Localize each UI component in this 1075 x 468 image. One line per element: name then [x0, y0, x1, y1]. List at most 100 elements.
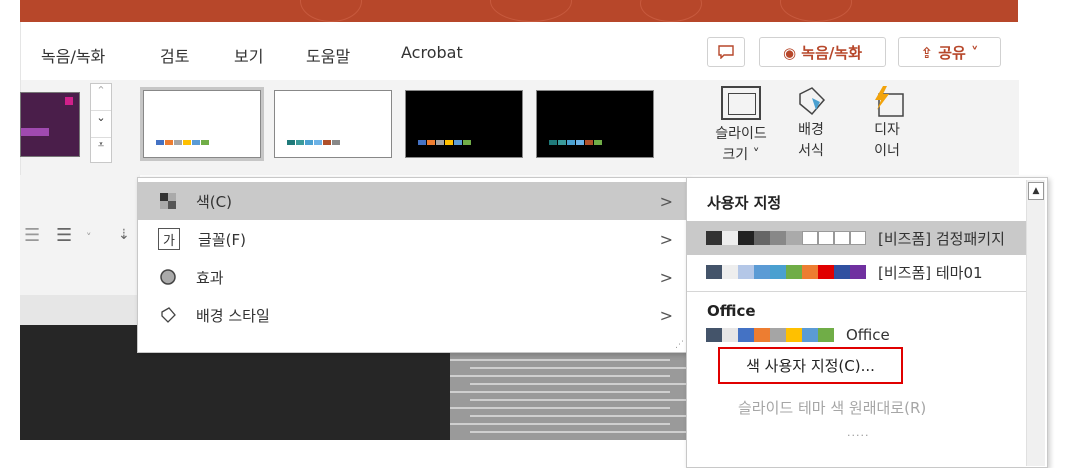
- color-swatch: [802, 265, 818, 279]
- theme-variant-1[interactable]: [140, 87, 264, 161]
- menu-item-label: 효과: [196, 268, 224, 287]
- thumbnail-accent: [21, 128, 49, 136]
- color-scheme-bizform-black[interactable]: [비즈폼] 검정패키지: [687, 221, 1027, 255]
- title-decoration: [780, 0, 852, 22]
- tab-help[interactable]: 도움말: [306, 43, 350, 67]
- theme-variant-2[interactable]: [274, 90, 392, 158]
- color-swatch: [834, 265, 850, 279]
- variant-swatch: [436, 140, 444, 145]
- color-swatch: [738, 265, 754, 279]
- color-icon: [158, 191, 178, 211]
- variant-swatch: [418, 140, 426, 145]
- color-swatch: [786, 328, 802, 342]
- gallery-scroll[interactable]: ⌃ ⌄ ⩡: [90, 83, 112, 163]
- color-swatch: [850, 265, 866, 279]
- brick-line: [450, 359, 670, 361]
- color-swatch: [722, 231, 738, 245]
- menu-item-label: 색(C): [196, 192, 232, 211]
- variant-swatch: [567, 140, 575, 145]
- variant-swatch: [558, 140, 566, 145]
- slide-size-label: 슬라이드 크기 ˅: [715, 126, 767, 163]
- scroll-up-icon[interactable]: ▲: [1028, 182, 1044, 200]
- variant-swatch: [314, 140, 322, 145]
- color-swatch: [738, 328, 754, 342]
- ribbon-tab-bar: 녹음/녹화 검토 보기 도움말 Acrobat ◉ 녹음/녹화 ⇪ 공유 ˅: [20, 22, 1019, 80]
- color-swatch-strip: [706, 231, 866, 245]
- record-button[interactable]: ◉ 녹음/녹화: [759, 37, 886, 67]
- justify-icon[interactable]: ☰: [56, 225, 72, 246]
- theme-variant-3[interactable]: [405, 90, 523, 158]
- ribbon-paragraph-partial: ☰ ☰ ˅ ⇣: [20, 175, 140, 295]
- variant-swatch: [585, 140, 593, 145]
- variant-swatch: [287, 140, 295, 145]
- title-decoration: [640, 0, 702, 22]
- variant-swatch: [183, 140, 191, 145]
- color-swatch: [786, 265, 802, 279]
- submenu-scrollbar[interactable]: ▲: [1026, 180, 1045, 466]
- format-background-button[interactable]: 배경 서식: [788, 86, 834, 162]
- variant-swatch: [454, 140, 462, 145]
- variant-swatch: [576, 140, 584, 145]
- variant-swatch: [156, 140, 164, 145]
- tab-record[interactable]: 녹음/녹화: [41, 43, 105, 67]
- direction-icon[interactable]: ⇣: [118, 227, 130, 243]
- designer-label: 디자 이너: [874, 122, 900, 159]
- designer-button[interactable]: 디자 이너: [862, 86, 912, 162]
- brick-line: [470, 399, 688, 401]
- format-background-icon: [793, 86, 829, 116]
- color-swatch: [706, 328, 722, 342]
- gallery-down-icon[interactable]: ⌄: [91, 110, 111, 137]
- tab-acrobat[interactable]: Acrobat: [401, 43, 463, 62]
- title-decoration: [490, 0, 572, 22]
- color-swatch: [754, 231, 770, 245]
- comments-button[interactable]: [707, 37, 745, 67]
- colors-submenu: 사용자 지정 [비즈폼] 검정패키지 [비즈폼] 테마01 Office Off…: [686, 177, 1048, 468]
- menu-item-effects[interactable]: 효과 >: [138, 258, 688, 296]
- tab-view[interactable]: 보기: [234, 43, 263, 67]
- section-header-custom: 사용자 지정: [707, 194, 782, 212]
- align-left-icon[interactable]: ☰: [24, 225, 40, 246]
- menu-item-colors[interactable]: 색(C) >: [138, 182, 688, 220]
- color-swatch: [738, 231, 754, 245]
- menu-item-background-styles[interactable]: 배경 스타일 >: [138, 296, 688, 334]
- color-scheme-label: [비즈폼] 테마01: [878, 263, 983, 282]
- color-swatch: [834, 231, 850, 245]
- tab-review[interactable]: 검토: [160, 43, 189, 67]
- color-swatch: [802, 231, 818, 245]
- thumbnail-accent: [65, 97, 73, 105]
- gallery-more-icon[interactable]: ⩡: [91, 137, 111, 162]
- color-swatch: [770, 231, 786, 245]
- brick-line: [470, 431, 688, 433]
- gallery-up-icon[interactable]: ⌃: [91, 84, 111, 110]
- variant-swatches: [156, 140, 209, 145]
- brick-line: [450, 423, 670, 425]
- chevron-down-icon[interactable]: ˅: [86, 231, 92, 244]
- color-swatch: [706, 231, 722, 245]
- comment-icon: [718, 45, 734, 59]
- brick-line: [470, 367, 688, 369]
- slide-size-button[interactable]: 슬라이드 크기 ˅: [706, 86, 776, 166]
- variant-more-menu: 색(C) > 가 글꼴(F) > 효과 > 배경 스타일 > ⋰: [137, 177, 689, 353]
- slide-size-icon: [721, 86, 761, 120]
- theme-thumbnail-partial[interactable]: [20, 92, 80, 157]
- menu-item-fonts[interactable]: 가 글꼴(F) >: [138, 220, 688, 258]
- variant-swatch: [174, 140, 182, 145]
- brick-line: [450, 407, 670, 409]
- format-background-label: 배경 서식: [798, 122, 824, 159]
- variant-swatch: [323, 140, 331, 145]
- chevron-right-icon: >: [659, 305, 673, 325]
- share-button[interactable]: ⇪ 공유 ˅: [898, 37, 1001, 67]
- slide-brick-image[interactable]: [450, 340, 688, 440]
- customize-colors-button[interactable]: 색 사용자 지정(C)...: [718, 347, 903, 384]
- theme-variant-4[interactable]: [536, 90, 654, 158]
- resize-grip-icon[interactable]: ⋰: [675, 340, 684, 350]
- variant-swatch: [332, 140, 340, 145]
- brick-line: [450, 391, 670, 393]
- color-swatch: [706, 265, 722, 279]
- brick-line: [450, 375, 670, 377]
- variant-swatch: [594, 140, 602, 145]
- reset-theme-colors-button: 슬라이드 테마 색 원래대로(R): [738, 399, 927, 417]
- color-swatch: [786, 231, 802, 245]
- color-scheme-bizform-theme01[interactable]: [비즈폼] 테마01: [687, 255, 1027, 289]
- chevron-right-icon: >: [659, 191, 673, 211]
